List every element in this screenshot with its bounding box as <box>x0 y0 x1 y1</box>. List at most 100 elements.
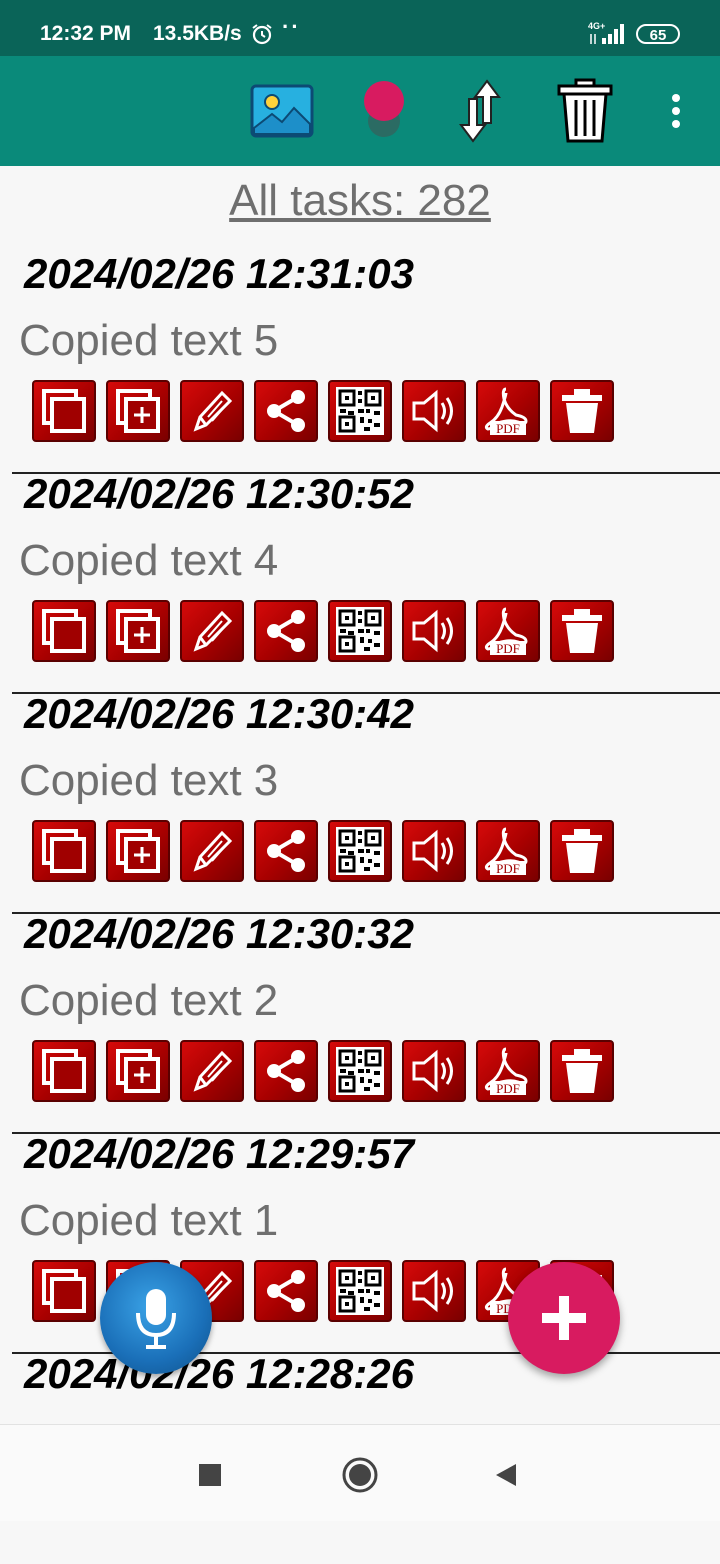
task-text[interactable]: Copied text 4 <box>19 536 278 586</box>
edit-pencil-icon <box>193 830 233 872</box>
edit-pencil-button[interactable] <box>180 600 244 662</box>
task-text[interactable]: Copied text 5 <box>19 316 278 366</box>
copy-add-button[interactable] <box>106 1040 170 1102</box>
speaker-button[interactable] <box>402 1040 466 1102</box>
qr-code-button[interactable] <box>328 380 392 442</box>
qr-code-icon <box>336 1267 384 1315</box>
delete-icon <box>562 609 602 653</box>
task-item[interactable]: 2024/02/26 12:30:52 Copied text 4 PDF <box>0 464 720 694</box>
pdf-button[interactable]: PDF <box>476 600 540 662</box>
task-actions: PDF <box>32 1040 614 1102</box>
sort-button[interactable] <box>452 56 508 166</box>
image-button[interactable] <box>248 56 316 166</box>
copy-add-icon <box>116 609 160 653</box>
image-icon <box>250 84 314 138</box>
speaker-button[interactable] <box>402 380 466 442</box>
task-date: 2024/02/26 12:30:52 <box>24 470 414 517</box>
edit-pencil-button[interactable] <box>180 820 244 882</box>
share-icon <box>267 1050 305 1092</box>
square-icon <box>199 1464 221 1486</box>
svg-text:PDF: PDF <box>496 421 520 436</box>
color-dot-icon <box>364 81 404 137</box>
qr-code-icon <box>336 607 384 655</box>
all-tasks-count-link[interactable]: All tasks: 282 <box>0 176 720 226</box>
signal-icon: 4G+ <box>588 21 624 44</box>
overflow-menu-button[interactable] <box>660 56 692 166</box>
pdf-icon: PDF <box>484 387 528 436</box>
share-icon <box>267 390 305 432</box>
speaker-button[interactable] <box>402 820 466 882</box>
system-navigation-bar <box>0 1424 720 1521</box>
task-list: 2024/02/26 12:31:03 Copied text 5 PDF 2024/… <box>0 244 720 1564</box>
copy-add-icon <box>116 1049 160 1093</box>
delete-all-button[interactable] <box>554 56 616 166</box>
trash-icon <box>557 78 613 143</box>
share-button[interactable] <box>254 600 318 662</box>
delete-button[interactable] <box>550 380 614 442</box>
edit-pencil-button[interactable] <box>180 1040 244 1102</box>
task-actions: PDF <box>32 820 614 882</box>
speaker-button[interactable] <box>402 600 466 662</box>
copy-icon <box>42 389 86 433</box>
speaker-icon <box>412 829 453 873</box>
qr-code-button[interactable] <box>328 820 392 882</box>
task-item[interactable]: 2024/02/26 12:30:32 Copied text 2 PDF <box>0 904 720 1134</box>
copy-button[interactable] <box>32 600 96 662</box>
edit-pencil-icon <box>193 610 233 652</box>
copy-add-icon <box>116 389 160 433</box>
task-text[interactable]: Copied text 2 <box>19 976 278 1026</box>
copy-icon <box>42 1049 86 1093</box>
share-button[interactable] <box>254 1040 318 1102</box>
triangle-back-icon <box>496 1464 516 1486</box>
status-network-speed: 13.5KB/s <box>153 22 242 45</box>
copy-button[interactable] <box>32 380 96 442</box>
qr-code-button[interactable] <box>328 1260 392 1322</box>
speaker-icon <box>412 1269 453 1313</box>
speaker-icon <box>412 389 453 433</box>
overflow-menu-icon <box>672 94 680 128</box>
svg-text:PDF: PDF <box>496 861 520 876</box>
voice-input-button[interactable] <box>100 1262 212 1374</box>
delete-button[interactable] <box>550 820 614 882</box>
copy-button[interactable] <box>32 1040 96 1102</box>
task-text[interactable]: Copied text 1 <box>19 1196 278 1246</box>
task-date: 2024/02/26 12:31:03 <box>24 250 414 297</box>
task-date: 2024/02/26 12:28:26 <box>24 1350 414 1397</box>
share-icon <box>267 830 305 872</box>
color-toggle-button[interactable] <box>358 56 410 166</box>
copy-add-button[interactable] <box>106 820 170 882</box>
delete-button[interactable] <box>550 1040 614 1102</box>
copy-button[interactable] <box>32 820 96 882</box>
delete-button[interactable] <box>550 600 614 662</box>
share-button[interactable] <box>254 380 318 442</box>
status-bar: 12:32 PM 13.5KB/s ·· 4G+ 65 <box>0 0 720 56</box>
pdf-button[interactable]: PDF <box>476 1040 540 1102</box>
task-item[interactable]: 2024/02/26 12:31:03 Copied text 5 PDF <box>0 244 720 474</box>
edit-pencil-icon <box>193 1050 233 1092</box>
pdf-button[interactable]: PDF <box>476 820 540 882</box>
svg-text:PDF: PDF <box>496 1081 520 1096</box>
app-bar <box>0 56 720 166</box>
home-button[interactable] <box>338 1453 382 1497</box>
recents-button[interactable] <box>188 1453 232 1497</box>
qr-code-button[interactable] <box>328 1040 392 1102</box>
task-item[interactable]: 2024/02/26 12:30:42 Copied text 3 PDF <box>0 684 720 914</box>
back-button[interactable] <box>484 1453 528 1497</box>
copy-add-button[interactable] <box>106 600 170 662</box>
microphone-icon <box>136 1289 176 1349</box>
task-text[interactable]: Copied text 3 <box>19 756 278 806</box>
pdf-button[interactable]: PDF <box>476 380 540 442</box>
share-button[interactable] <box>254 820 318 882</box>
share-button[interactable] <box>254 1260 318 1322</box>
copy-icon <box>42 1269 86 1313</box>
edit-pencil-button[interactable] <box>180 380 244 442</box>
alarm-icon <box>252 24 272 45</box>
qr-code-icon <box>336 827 384 875</box>
add-task-button[interactable] <box>508 1262 620 1374</box>
copy-button[interactable] <box>32 1260 96 1322</box>
copy-add-button[interactable] <box>106 380 170 442</box>
qr-code-icon <box>336 387 384 435</box>
task-date: 2024/02/26 12:30:32 <box>24 910 414 957</box>
qr-code-button[interactable] <box>328 600 392 662</box>
speaker-button[interactable] <box>402 1260 466 1322</box>
